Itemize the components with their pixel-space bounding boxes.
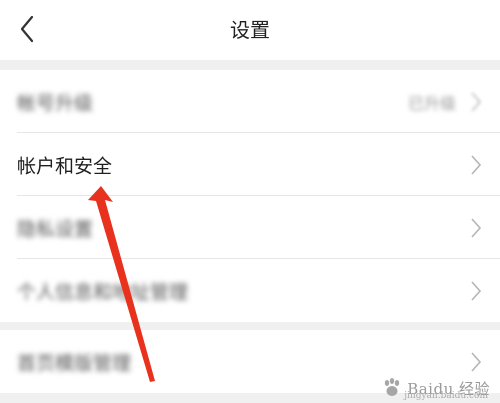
chevron-right-icon: [471, 351, 482, 372]
chevron-right-icon: [471, 154, 482, 175]
settings-item-label: 帐户和安全: [17, 155, 113, 177]
settings-item-label: 个人信息和地址管理: [17, 281, 189, 303]
chevron-right-icon: [471, 217, 482, 238]
settings-item-account-upgrade[interactable]: 帐号升级 已升级: [0, 70, 500, 133]
settings-item-personal-info[interactable]: 个人信息和地址管理: [0, 259, 500, 322]
page-title: 设置: [230, 18, 270, 42]
top-bar: 设置: [0, 0, 500, 60]
settings-item-label: 隐私设置: [17, 218, 94, 240]
settings-item-label: 首页模版管理: [17, 352, 132, 374]
settings-item-privacy[interactable]: 隐私设置: [0, 196, 500, 259]
chevron-right-icon: [471, 280, 482, 301]
baidu-jingyan-watermark: Baidu 经验 jingyan.baidu.com: [381, 377, 490, 401]
settings-group-account: 帐号升级 已升级 帐户和安全 隐私设置 个人信息和地址管理: [0, 70, 500, 322]
chevron-right-icon: [471, 91, 482, 112]
settings-item-label: 帐号升级: [17, 92, 94, 114]
paw-icon: [385, 378, 400, 396]
settings-item-value: 已升级: [407, 93, 456, 113]
settings-item-account-security[interactable]: 帐户和安全: [0, 133, 500, 196]
watermark-url: jingyan.baidu.com: [404, 391, 488, 401]
